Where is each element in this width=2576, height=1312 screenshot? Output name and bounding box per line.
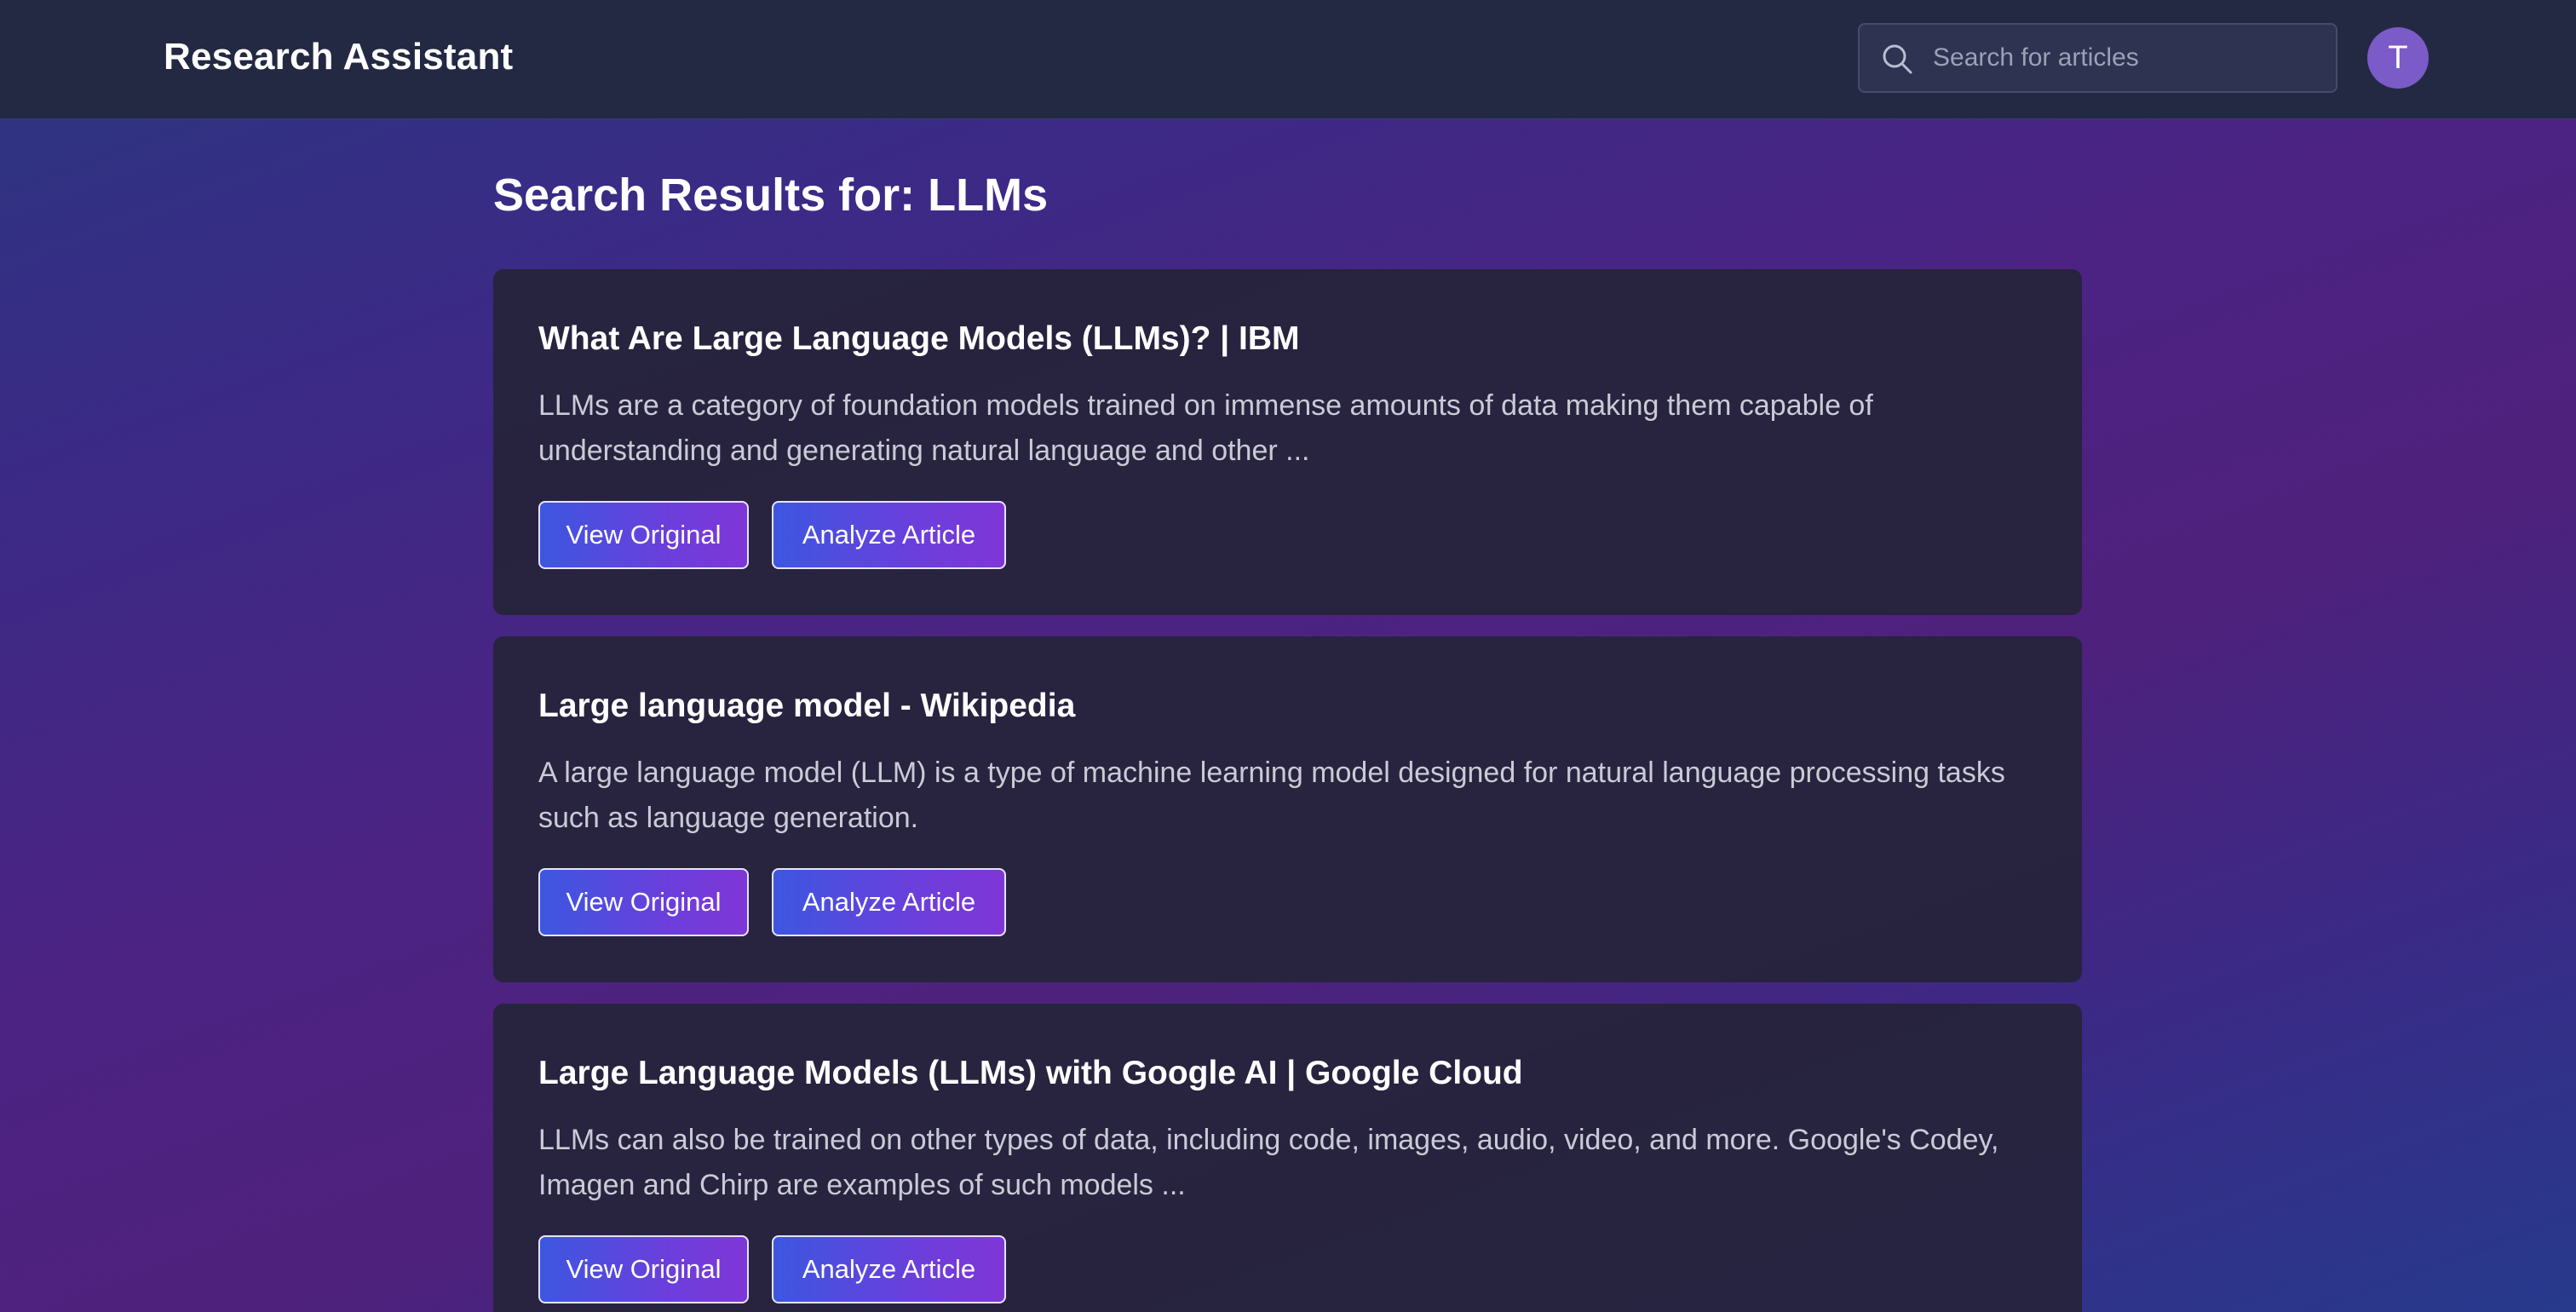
result-title: Large language model - Wikipedia — [538, 688, 1076, 724]
search-icon — [1883, 44, 1912, 74]
result-snippet: LLMs are a category of foundation models… — [538, 389, 1873, 467]
user-avatar[interactable]: T — [2367, 27, 2429, 89]
view-original-button[interactable]: View Original — [538, 868, 749, 936]
result-title: What Are Large Language Models (LLMs)? |… — [538, 320, 1300, 357]
result-card: What Are Large Language Models (LLMs)? |… — [493, 269, 2082, 615]
result-card: Large Language Models (LLMs) with Google… — [493, 1004, 2082, 1312]
analyze-article-button[interactable]: Analyze Article — [772, 501, 1006, 569]
view-original-button[interactable]: View Original — [538, 501, 749, 569]
search-box[interactable] — [1858, 23, 2337, 93]
analyze-article-button[interactable]: Analyze Article — [772, 1235, 1006, 1303]
result-snippet: LLMs can also be trained on other types … — [538, 1124, 1999, 1201]
page-title: Search Results for: LLMs — [493, 170, 1049, 221]
result-title: Large Language Models (LLMs) with Google… — [538, 1055, 1523, 1091]
app-title[interactable]: Research Assistant — [164, 36, 513, 78]
analyze-article-button[interactable]: Analyze Article — [772, 868, 1006, 936]
search-input[interactable] — [1933, 25, 2325, 91]
top-navigation-bar: Research Assistant T — [0, 0, 2576, 119]
view-original-button[interactable]: View Original — [538, 1235, 749, 1303]
result-card: Large language model - Wikipedia A large… — [493, 636, 2082, 982]
result-snippet: A large language model (LLM) is a type o… — [538, 757, 2005, 834]
